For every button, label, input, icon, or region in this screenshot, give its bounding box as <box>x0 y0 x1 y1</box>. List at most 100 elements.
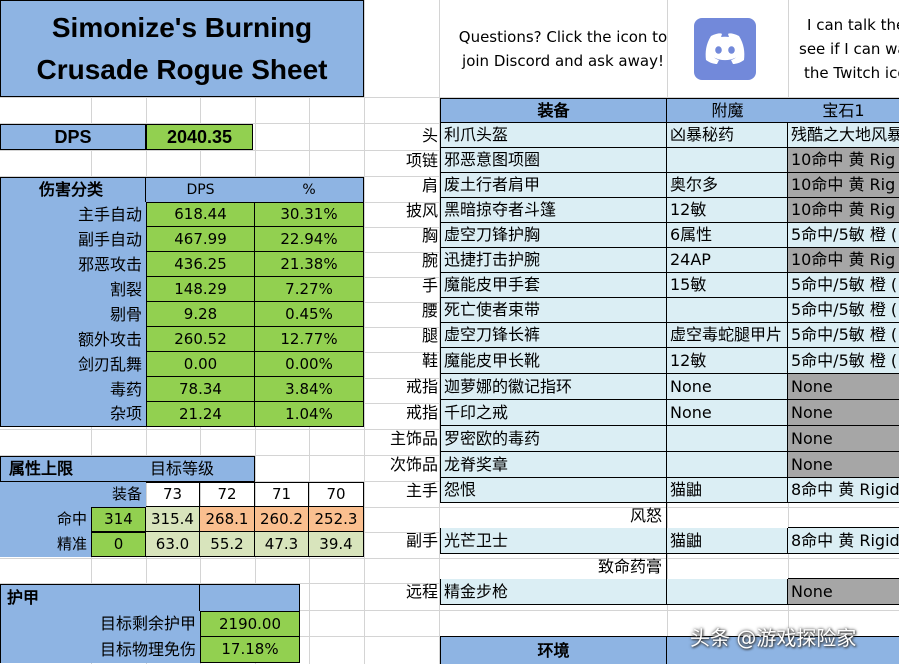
breakdown-row-pct: 3.84% <box>255 377 364 402</box>
gear-enchant-cell[interactable]: 奥尔多 <box>667 173 788 198</box>
gear-slot-label: 远程 <box>405 582 438 601</box>
twitch-note-line-1: I can talk the <box>807 15 899 34</box>
gear-item-cell[interactable]: 黑暗掠夺者斗篷 <box>440 198 667 223</box>
gear-item-cell[interactable]: 利爪头盔 <box>440 123 667 148</box>
gear-slot-label: 腿 <box>421 325 438 345</box>
discord-note-line-2: join Discord and ask away! <box>462 51 664 70</box>
breakdown-row-dps: 21.24 <box>146 402 255 427</box>
gear-gem-cell[interactable]: 10命中 黄 Rig <box>788 248 899 273</box>
environment-header: 环境 <box>440 636 667 664</box>
gear-enchant-cell[interactable]: 6属性 <box>667 223 788 248</box>
breakdown-row-label: 杂项 <box>0 402 146 427</box>
gear-enchant-cell[interactable]: 12敏 <box>667 198 788 223</box>
gear-enchant-cell[interactable]: 15敏 <box>667 273 788 298</box>
gear-item-cell[interactable]: 废土行者肩甲 <box>440 173 667 198</box>
caps-level-72: 72 <box>200 482 255 507</box>
breakdown-row-label: 额外攻击 <box>0 327 146 352</box>
gear-enchant-cell[interactable]: None <box>667 374 788 400</box>
breakdown-row-label: 副手自动 <box>0 227 146 252</box>
gear-enchant-cell[interactable]: None <box>667 400 788 426</box>
gear-item-cell[interactable]: 邪恶意图项圈 <box>440 148 667 173</box>
gear-gem-cell[interactable]: None <box>788 579 899 605</box>
gear-gem-cell[interactable]: 8命中 黄 Rigid <box>788 528 899 554</box>
gear-slot-label: 主饰品 <box>389 429 438 448</box>
caps-hit-value: 252.3 <box>309 507 364 532</box>
caps-hit-gear: 314 <box>91 507 146 532</box>
breakdown-col-dps: DPS <box>146 177 255 202</box>
gear-gem-cell[interactable] <box>788 503 899 528</box>
gear-item-cell[interactable]: 迦萝娜的徽记指环 <box>440 374 667 400</box>
gear-enchant-cell[interactable] <box>667 452 788 478</box>
gear-item-cell[interactable]: 魔能皮甲手套 <box>440 273 667 298</box>
gear-item-cell[interactable]: 迅捷打击护腕 <box>440 248 667 273</box>
caps-level-73: 73 <box>146 482 200 507</box>
gear-gem-cell[interactable]: 10命中 黄 Rig <box>788 148 899 173</box>
caps-exp-gear: 0 <box>91 532 146 557</box>
gear-gem-cell[interactable]: 10命中 黄 Rig <box>788 198 899 223</box>
gear-gem-cell[interactable]: None <box>788 452 899 478</box>
gear-enchant-cell[interactable]: 猫鼬 <box>667 528 788 554</box>
breakdown-row-dps: 0.00 <box>146 352 255 377</box>
twitch-note-line-3: the Twitch ico <box>804 63 899 82</box>
armor-header-fill <box>200 584 300 611</box>
caps-gear-label: 装备 <box>0 482 146 507</box>
breakdown-row-label: 毒药 <box>0 377 146 402</box>
gear-header-item: 装备 <box>440 98 667 123</box>
caps-hit-value: 268.1 <box>200 507 255 532</box>
gear-enchant-cell[interactable]: 凶暴秘药 <box>667 123 788 148</box>
discord-icon[interactable] <box>694 18 756 80</box>
gear-gem-cell[interactable]: 10命中 黄 Rig <box>788 173 899 198</box>
gear-item-cell[interactable]: 龙脊奖章 <box>440 452 667 478</box>
gear-gem-cell[interactable]: 5命中/5敏 橙 ( <box>788 298 899 323</box>
gear-enchant-cell[interactable] <box>667 579 788 605</box>
caps-header: 属性上限 <box>0 456 146 482</box>
breakdown-row-label: 割裂 <box>0 277 146 302</box>
gear-slot-label: 鞋 <box>421 351 438 370</box>
caps-hit-value: 260.2 <box>255 507 309 532</box>
gear-item-cell[interactable]: 虚空刀锋长裤 <box>440 323 667 348</box>
gear-enchant-cell[interactable] <box>667 148 788 173</box>
gear-enchant-cell[interactable]: 24AP <box>667 248 788 273</box>
gear-slot-label: 项链 <box>405 150 438 170</box>
gear-enchant-cell[interactable]: 12敏 <box>667 348 788 374</box>
gear-item-cell[interactable]: 魔能皮甲长靴 <box>440 348 667 374</box>
caps-exp-value: 47.3 <box>255 532 309 557</box>
gear-item-cell[interactable]: 罗密欧的毒药 <box>440 426 667 452</box>
caps-hit-value: 315.4 <box>146 507 200 532</box>
breakdown-row-pct: 0.00% <box>255 352 364 377</box>
gear-slot-label: 戒指 <box>405 403 438 422</box>
breakdown-row-dps: 436.25 <box>146 252 255 277</box>
gear-enchant-cell[interactable] <box>667 426 788 452</box>
gear-gem-cell[interactable]: 5命中/5敏 橙 ( <box>788 323 899 348</box>
gear-gem-cell[interactable]: 残酷之大地风暴 <box>788 123 899 148</box>
gear-enchant-cell[interactable]: 猫鼬 <box>667 478 788 503</box>
gear-gem-cell[interactable]: None <box>788 374 899 400</box>
gear-item-cell[interactable]: 光芒卫士 <box>440 528 667 554</box>
gear-item-cell[interactable]: 精金步枪 <box>440 579 667 605</box>
breakdown-row-dps: 467.99 <box>146 227 255 252</box>
twitch-note-line-2: see if I can wa <box>799 39 899 58</box>
gear-gem-cell[interactable]: 8命中 黄 Rigid <box>788 478 899 503</box>
gear-gem-cell[interactable]: None <box>788 400 899 426</box>
gear-gem-cell[interactable]: 5命中/5敏 橙 ( <box>788 223 899 248</box>
gear-slot-label: 手 <box>421 275 438 295</box>
sheet-title-line-1: Simonize's Burning <box>51 11 313 43</box>
breakdown-row-dps: 9.28 <box>146 302 255 327</box>
gear-gem-cell[interactable]: 5命中/5敏 橙 ( <box>788 273 899 298</box>
caps-exp-label: 精准 <box>0 532 91 557</box>
gear-enchant-cell[interactable] <box>667 298 788 323</box>
breakdown-col-pct: % <box>255 177 364 202</box>
gear-gem-cell[interactable] <box>788 554 899 579</box>
gear-gem-cell[interactable]: None <box>788 426 899 452</box>
breakdown-row-pct: 21.38% <box>255 252 364 277</box>
gear-enchant-cell[interactable]: 虚空毒蛇腿甲片 <box>667 323 788 348</box>
gear-item-cell[interactable]: 千印之戒 <box>440 400 667 426</box>
gear-item-cell[interactable]: 死亡使者束带 <box>440 298 667 323</box>
gear-header-gem: 宝石1 <box>788 98 899 123</box>
gear-item-cell[interactable]: 虚空刀锋护胸 <box>440 223 667 248</box>
gear-item-cell[interactable]: 怨恨 <box>440 478 667 503</box>
gear-sub-label: 致命药膏 <box>440 554 667 579</box>
gear-gem-cell[interactable]: 5命中/5敏 橙 ( <box>788 348 899 374</box>
caps-exp-value: 39.4 <box>309 532 364 557</box>
gear-slot-label: 戒指 <box>405 377 438 396</box>
